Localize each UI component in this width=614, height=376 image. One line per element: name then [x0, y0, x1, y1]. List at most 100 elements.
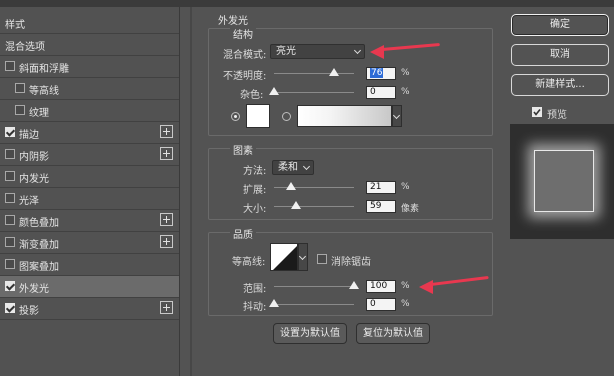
method-dropdown[interactable]: 柔和 [272, 160, 314, 175]
opacity-slider-track[interactable] [274, 73, 354, 74]
noise-slider-track[interactable] [274, 92, 354, 93]
style-list-label: 内发光 [19, 174, 49, 185]
style-preview-box [510, 124, 614, 239]
style-checkbox[interactable] [5, 127, 15, 137]
reset-default-button[interactable]: 复位为默认值 [356, 323, 430, 344]
style-list-item[interactable]: 内阴影 [0, 144, 179, 166]
title-strip [0, 0, 614, 7]
quality-title: 品质 [230, 226, 256, 241]
style-checkbox[interactable] [5, 61, 15, 71]
range-label: 范围: [243, 284, 267, 295]
range-field[interactable]: 100 [366, 280, 396, 293]
style-checkbox[interactable] [15, 83, 25, 93]
style-checkbox[interactable] [15, 105, 25, 115]
preview-thumbnail [534, 150, 594, 212]
ok-button[interactable]: 确定 [511, 14, 609, 36]
style-list-item[interactable]: 外发光 [0, 276, 179, 298]
add-effect-icon[interactable] [160, 301, 173, 314]
spread-unit: % [401, 182, 410, 192]
range-slider-thumb[interactable] [349, 281, 359, 289]
range-unit: % [401, 281, 410, 291]
cancel-button[interactable]: 取消 [511, 44, 609, 66]
style-checkbox[interactable] [5, 171, 15, 181]
style-list-label: 颜色叠加 [19, 218, 59, 229]
set-default-button[interactable]: 设置为默认值 [273, 323, 347, 344]
add-effect-icon[interactable] [160, 147, 173, 160]
add-effect-icon[interactable] [160, 125, 173, 138]
jitter-slider-track[interactable] [274, 304, 354, 305]
glow-color-swatch[interactable] [246, 104, 270, 128]
chevron-down-icon [353, 46, 362, 55]
solid-color-radio[interactable] [231, 112, 240, 121]
blend-mode-dropdown[interactable]: 亮光 [270, 44, 365, 59]
structure-title: 结构 [230, 26, 256, 41]
style-list-label: 斜面和浮雕 [19, 64, 69, 75]
chevron-down-icon [298, 252, 307, 261]
style-list-item[interactable]: 渐变叠加 [0, 232, 179, 254]
style-checkbox[interactable] [5, 259, 15, 269]
gradient-radio[interactable] [282, 112, 291, 121]
method-label: 方法: [243, 166, 267, 177]
style-checkbox[interactable] [5, 237, 15, 247]
new-style-button[interactable]: 新建样式... [511, 74, 609, 96]
style-list-item[interactable]: 投影 [0, 298, 179, 320]
opacity-field[interactable]: 76 [366, 67, 396, 80]
contour-dropdown[interactable] [298, 243, 308, 271]
jitter-label: 抖动: [243, 302, 267, 313]
size-unit: 像素 [401, 204, 420, 214]
antialias-checkbox[interactable] [317, 254, 327, 264]
style-list-item[interactable]: 等高线 [0, 78, 179, 100]
size-slider-track[interactable] [274, 206, 354, 207]
jitter-slider-thumb[interactable] [269, 299, 279, 307]
size-label: 大小: [243, 204, 267, 215]
contour-preview[interactable] [270, 243, 298, 271]
style-list-item[interactable]: 描边 [0, 122, 179, 144]
noise-field[interactable]: 0 [366, 86, 396, 99]
range-slider-track[interactable] [274, 286, 354, 287]
spread-label: 扩展: [243, 185, 267, 196]
style-checkbox[interactable] [5, 281, 15, 291]
style-checkbox[interactable] [5, 149, 15, 159]
spread-slider-thumb[interactable] [286, 182, 296, 190]
size-field[interactable]: 59 [366, 200, 396, 213]
size-slider-thumb[interactable] [291, 201, 301, 209]
spread-field[interactable]: 21 [366, 181, 396, 194]
style-list-item[interactable]: 光泽 [0, 188, 179, 210]
contour-label: 等高线: [232, 257, 266, 268]
style-list-panel: 样式混合选项斜面和浮雕等高线纹理描边内阴影内发光光泽颜色叠加渐变叠加图案叠加外发… [0, 7, 180, 376]
style-list-item[interactable]: 内发光 [0, 166, 179, 188]
style-checkbox[interactable] [5, 193, 15, 203]
style-list-item[interactable]: 纹理 [0, 100, 179, 122]
style-list-label: 混合选项 [5, 42, 45, 53]
elements-title: 图素 [230, 142, 256, 157]
style-list-label: 等高线 [29, 86, 59, 97]
style-list-item[interactable]: 混合选项 [0, 34, 179, 56]
gradient-dropdown[interactable] [392, 105, 402, 127]
add-effect-icon[interactable] [160, 235, 173, 248]
chevron-down-icon [302, 162, 311, 171]
style-list-item[interactable]: 斜面和浮雕 [0, 56, 179, 78]
antialias-label: 消除锯齿 [331, 257, 371, 268]
style-list-label: 光泽 [19, 196, 39, 207]
style-list-label: 内阴影 [19, 152, 49, 163]
style-list-item[interactable]: 图案叠加 [0, 254, 179, 276]
method-value: 柔和 [278, 162, 298, 173]
add-effect-icon[interactable] [160, 213, 173, 226]
style-checkbox[interactable] [5, 303, 15, 313]
noise-slider-thumb[interactable] [269, 87, 279, 95]
style-list-item[interactable]: 颜色叠加 [0, 210, 179, 232]
style-list-label: 纹理 [29, 108, 49, 119]
noise-label: 杂色: [240, 90, 264, 101]
outer-glow-title: 外发光 [218, 16, 248, 27]
opacity-slider-thumb[interactable] [329, 68, 339, 76]
style-checkbox[interactable] [5, 215, 15, 225]
style-list-label: 渐变叠加 [19, 240, 59, 251]
preview-checkbox[interactable] [532, 107, 542, 117]
style-list-label: 外发光 [19, 284, 49, 295]
style-list-label: 样式 [5, 20, 25, 31]
jitter-field[interactable]: 0 [366, 298, 396, 311]
contour-curve-icon [273, 246, 297, 270]
opacity-unit: % [401, 68, 410, 78]
gradient-preview[interactable] [297, 105, 392, 127]
style-list-item[interactable]: 样式 [0, 12, 179, 34]
